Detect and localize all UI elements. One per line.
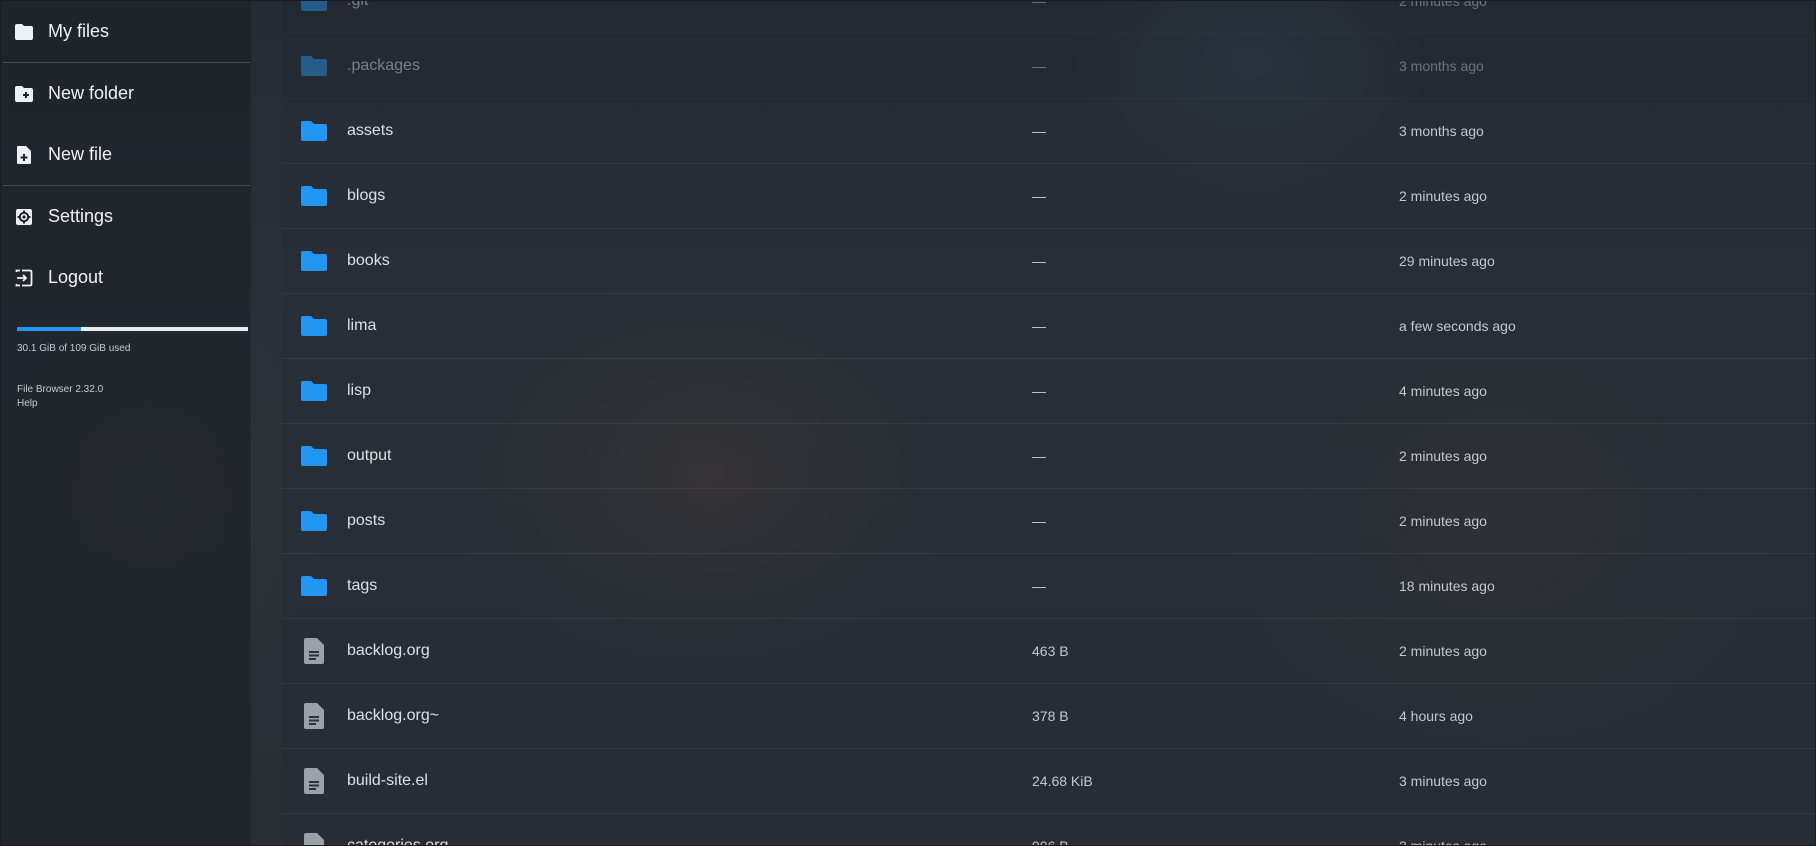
- table-row[interactable]: backlog.org 463 B 2 minutes ago: [282, 619, 1815, 684]
- file-name: posts: [347, 512, 386, 529]
- logout-icon: [13, 267, 35, 289]
- table-row[interactable]: categories.org 906 B 2 minutes ago: [282, 814, 1815, 846]
- table-row[interactable]: backlog.org~ 378 B 4 hours ago: [282, 684, 1815, 749]
- file-size: —: [1032, 318, 1046, 334]
- file-modified: a few seconds ago: [1399, 318, 1516, 334]
- sidebar-item-label: Settings: [48, 206, 114, 226]
- table-row[interactable]: books — 29 minutes ago: [282, 229, 1815, 294]
- file-modified: 2 minutes ago: [1399, 838, 1487, 846]
- folder-icon: [300, 117, 328, 145]
- sidebar-item-new-folder[interactable]: New folder: [1, 63, 251, 124]
- file-modified: 3 months ago: [1399, 123, 1484, 139]
- file-size: —: [1032, 253, 1046, 269]
- file-browser-window: My files New folder New file Settings Lo…: [0, 0, 1816, 846]
- table-row[interactable]: build-site.el 24.68 KiB 3 minutes ago: [282, 749, 1815, 814]
- file-name: lima: [347, 317, 377, 334]
- folder-icon: [300, 442, 328, 470]
- sidebar-item-label: New file: [48, 144, 113, 164]
- table-row[interactable]: tags — 18 minutes ago: [282, 554, 1815, 619]
- sidebar-item-logout[interactable]: Logout: [1, 247, 251, 308]
- table-row[interactable]: .git — 2 minutes ago: [282, 0, 1815, 34]
- table-row[interactable]: posts — 2 minutes ago: [282, 489, 1815, 554]
- file-size: —: [1032, 513, 1046, 529]
- file-modified: 2 minutes ago: [1399, 188, 1487, 204]
- file-name: .git: [347, 0, 369, 9]
- file-name: books: [347, 252, 390, 269]
- file-modified: 18 minutes ago: [1399, 578, 1495, 594]
- file-icon: [300, 832, 328, 845]
- help-link[interactable]: Help: [17, 397, 103, 411]
- file-modified: 4 hours ago: [1399, 708, 1473, 724]
- table-row[interactable]: blogs — 2 minutes ago: [282, 164, 1815, 229]
- file-size: 24.68 KiB: [1032, 773, 1093, 789]
- file-name: build-site.el: [347, 772, 428, 789]
- sidebar-item-label: My files: [48, 21, 110, 41]
- file-name: backlog.org: [347, 642, 430, 659]
- table-row[interactable]: lisp — 4 minutes ago: [282, 359, 1815, 424]
- file-size: 378 B: [1032, 708, 1069, 724]
- file-name: assets: [347, 122, 394, 139]
- folder-icon: [300, 507, 328, 535]
- file-modified: 2 minutes ago: [1399, 513, 1487, 529]
- folder-icon: [300, 1, 328, 15]
- credits: File Browser 2.32.0 Help: [17, 383, 103, 411]
- file-size: —: [1032, 0, 1046, 9]
- file-icon: [300, 702, 328, 730]
- file-name: output: [347, 447, 392, 464]
- table-row[interactable]: output — 2 minutes ago: [282, 424, 1815, 489]
- file-name: lisp: [347, 382, 372, 399]
- folder-icon: [300, 312, 328, 340]
- file-name: .packages: [347, 57, 420, 74]
- folder-icon: [300, 377, 328, 405]
- file-size: 463 B: [1032, 643, 1069, 659]
- file-icon: [300, 637, 328, 665]
- file-size: 906 B: [1032, 838, 1069, 846]
- file-name: blogs: [347, 187, 386, 204]
- file-modified: 4 minutes ago: [1399, 383, 1487, 399]
- storage-progress-fill: [17, 327, 81, 331]
- file-plus-icon: [13, 144, 35, 166]
- storage-text: 30.1 GiB of 109 GiB used: [17, 343, 131, 354]
- file-size: —: [1032, 58, 1046, 74]
- sidebar-item-label: Logout: [48, 267, 104, 287]
- file-modified: 29 minutes ago: [1399, 253, 1495, 269]
- file-size: —: [1032, 578, 1046, 594]
- file-modified: 2 minutes ago: [1399, 0, 1487, 9]
- folder-icon: [300, 572, 328, 600]
- file-name: tags: [347, 577, 378, 594]
- file-modified: 3 months ago: [1399, 58, 1484, 74]
- file-name: categories.org: [347, 837, 449, 846]
- folder-icon: [300, 247, 328, 275]
- sidebar: My files New folder New file Settings Lo…: [1, 1, 251, 845]
- table-row[interactable]: lima — a few seconds ago: [282, 294, 1815, 359]
- storage-usage: 30.1 GiB of 109 GiB used: [17, 327, 248, 354]
- table-row[interactable]: assets — 3 months ago: [282, 99, 1815, 164]
- sidebar-item-my-files[interactable]: My files: [1, 1, 251, 62]
- table-row[interactable]: .packages — 3 months ago: [282, 34, 1815, 99]
- storage-progress-bar: [17, 327, 248, 331]
- folder-icon: [300, 52, 328, 80]
- file-list: .git — 2 minutes ago .packages — 3 months ago…: [282, 0, 1815, 846]
- file-size: —: [1032, 448, 1046, 464]
- folder-icon: [300, 182, 328, 210]
- gear-icon: [13, 206, 35, 228]
- file-icon: [300, 767, 328, 795]
- folder-plus-icon: [13, 83, 35, 105]
- sidebar-item-new-file[interactable]: New file: [1, 124, 251, 185]
- file-modified: 3 minutes ago: [1399, 773, 1487, 789]
- file-size: —: [1032, 383, 1046, 399]
- version-link[interactable]: File Browser 2.32.0: [17, 383, 103, 397]
- folder-icon: [13, 21, 35, 43]
- sidebar-item-settings[interactable]: Settings: [1, 186, 251, 247]
- file-size: —: [1032, 188, 1046, 204]
- file-modified: 2 minutes ago: [1399, 448, 1487, 464]
- sidebar-item-label: New folder: [48, 83, 135, 103]
- file-name: backlog.org~: [347, 707, 440, 724]
- file-modified: 2 minutes ago: [1399, 643, 1487, 659]
- file-size: —: [1032, 123, 1046, 139]
